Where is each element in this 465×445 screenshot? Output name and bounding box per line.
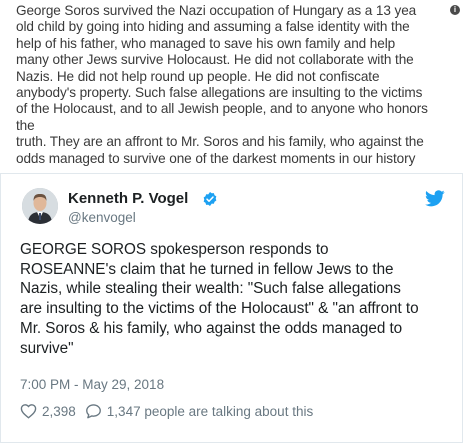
- quote-image: George Soros survived the Nazi occupatio…: [2, 0, 461, 171]
- info-icon[interactable]: i: [450, 5, 460, 15]
- heart-icon[interactable]: [20, 403, 37, 419]
- verified-badge-icon: [203, 192, 217, 206]
- tweet-timestamp[interactable]: 7:00 PM - May 29, 2018: [20, 377, 164, 392]
- avatar[interactable]: [22, 188, 58, 224]
- author-handle[interactable]: @kenvogel: [68, 210, 136, 225]
- like-count: 2,398: [42, 403, 76, 419]
- talking-about-link[interactable]: 1,347 people are talking about this: [107, 404, 313, 419]
- twitter-bird-icon[interactable]: [425, 190, 445, 207]
- quote-image-text: George Soros survived the Nazi occupatio…: [16, 3, 428, 166]
- tweet-text: GEORGE SOROS spokesperson responds to RO…: [20, 241, 419, 357]
- tweet-actions: 2,398 1,347 people are talking about thi…: [20, 402, 313, 420]
- author-name[interactable]: Kenneth P. Vogel: [68, 190, 188, 207]
- reply-bubble-icon[interactable]: [85, 403, 102, 419]
